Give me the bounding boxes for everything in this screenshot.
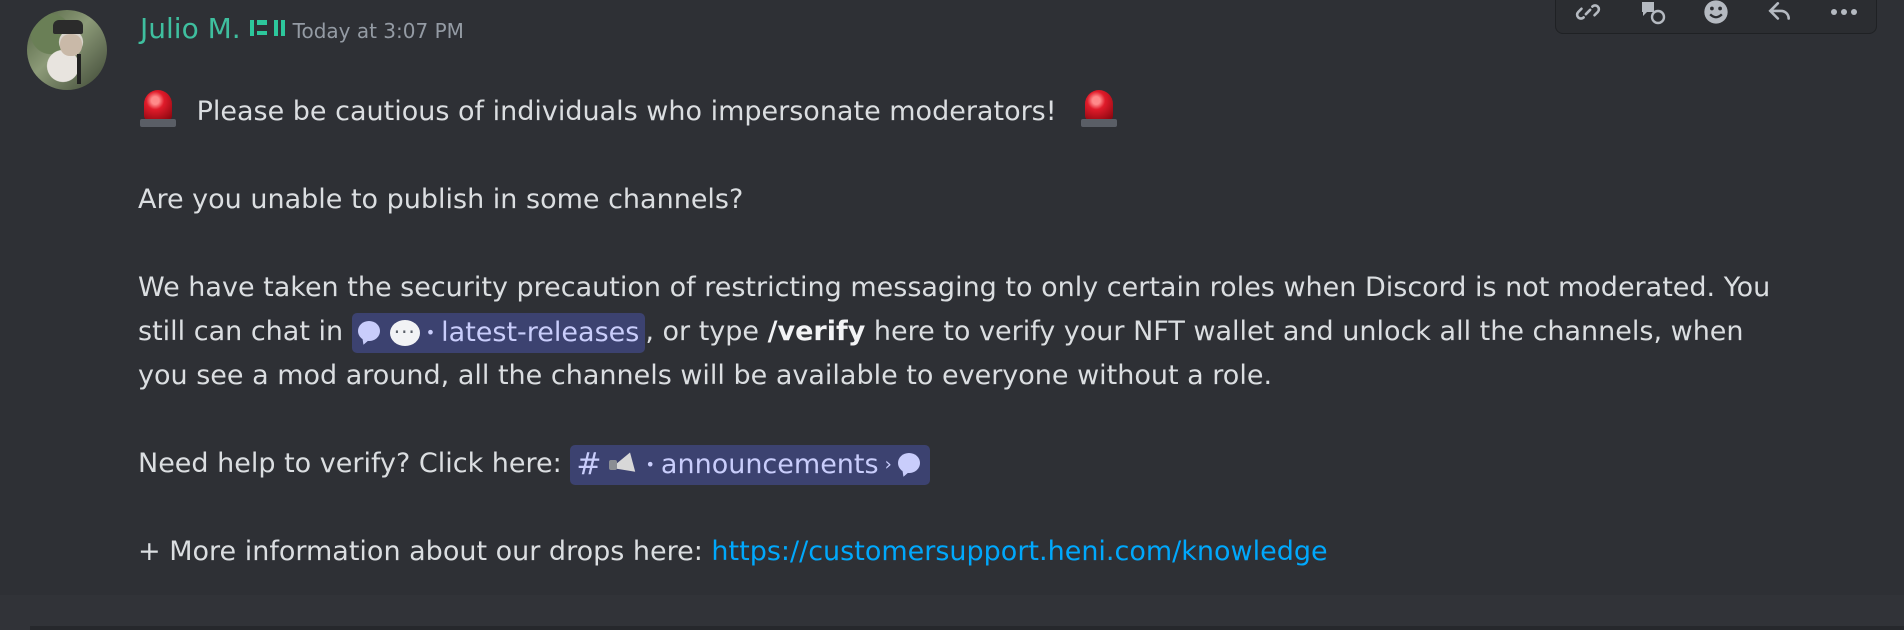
megaphone-icon bbox=[607, 452, 639, 478]
help-line: Need help to verify? Click here: # • ann… bbox=[138, 442, 1798, 486]
knowledge-link[interactable]: https://customersupport.heni.com/knowled… bbox=[711, 536, 1327, 567]
reply-react-icon[interactable] bbox=[1635, 0, 1669, 29]
avatar-face bbox=[60, 34, 82, 56]
thread-icon bbox=[897, 452, 924, 477]
message-timestamp[interactable]: Today at 3:07 PM bbox=[293, 19, 464, 43]
warning-text: Please be cautious of individuals who im… bbox=[196, 96, 1057, 127]
next-message-area bbox=[0, 595, 1904, 630]
message-header: Julio M. Today at 3:07 PM bbox=[140, 8, 464, 48]
speech-bubble-icon bbox=[389, 310, 420, 354]
thread-icon bbox=[357, 320, 384, 345]
link-icon[interactable] bbox=[1571, 0, 1605, 29]
more-info-line: + More information about our drops here:… bbox=[138, 530, 1798, 574]
chevron-right-icon: › bbox=[884, 453, 892, 475]
more-icon[interactable] bbox=[1827, 0, 1861, 29]
help-text: Need help to verify? Click here: bbox=[138, 448, 562, 479]
channel-mention-latest-releases[interactable]: • latest-releases bbox=[351, 310, 646, 354]
emoji-icon[interactable] bbox=[1699, 0, 1733, 29]
separator-dot: • bbox=[645, 454, 655, 474]
server-tag-icon[interactable] bbox=[249, 20, 285, 36]
avatar-mic bbox=[77, 54, 81, 84]
text-segment: , or type bbox=[645, 316, 760, 347]
text-segment: here to verify your NFT wallet and unloc… bbox=[873, 316, 1744, 347]
text-segment: still can chat in bbox=[138, 316, 344, 347]
author-name[interactable]: Julio M. bbox=[140, 12, 241, 45]
message-container: Julio M. Today at 3:07 PM Please be caut… bbox=[0, 0, 1904, 595]
more-info-text: + More information about our drops here: bbox=[138, 536, 703, 567]
paragraph-line-3: you see a mod around, all the channels w… bbox=[138, 360, 1273, 391]
hash-icon: # bbox=[576, 446, 602, 482]
message-content: Please be cautious of individuals who im… bbox=[138, 90, 1798, 574]
paragraph-line-1: We have taken the security precaution of… bbox=[138, 272, 1771, 303]
warning-line: Please be cautious of individuals who im… bbox=[138, 90, 1798, 134]
channel-mention-announcements[interactable]: # • announcements › bbox=[570, 444, 930, 485]
paragraph-line-2: still can chat in • latest-releases , or… bbox=[138, 310, 1798, 354]
siren-icon bbox=[138, 90, 178, 128]
verify-command: /verify bbox=[767, 316, 866, 347]
separator-dot: • bbox=[425, 322, 436, 342]
siren-icon bbox=[1079, 90, 1119, 128]
channel-name: announcements bbox=[660, 448, 879, 480]
reply-icon[interactable] bbox=[1763, 0, 1797, 29]
avatar[interactable] bbox=[27, 10, 107, 90]
question-text: Are you unable to publish in some channe… bbox=[138, 184, 744, 215]
divider bbox=[30, 626, 1904, 630]
avatar-hat bbox=[53, 20, 83, 34]
message-actions-toolbar bbox=[1555, 0, 1877, 34]
channel-name: latest-releases bbox=[441, 316, 640, 348]
